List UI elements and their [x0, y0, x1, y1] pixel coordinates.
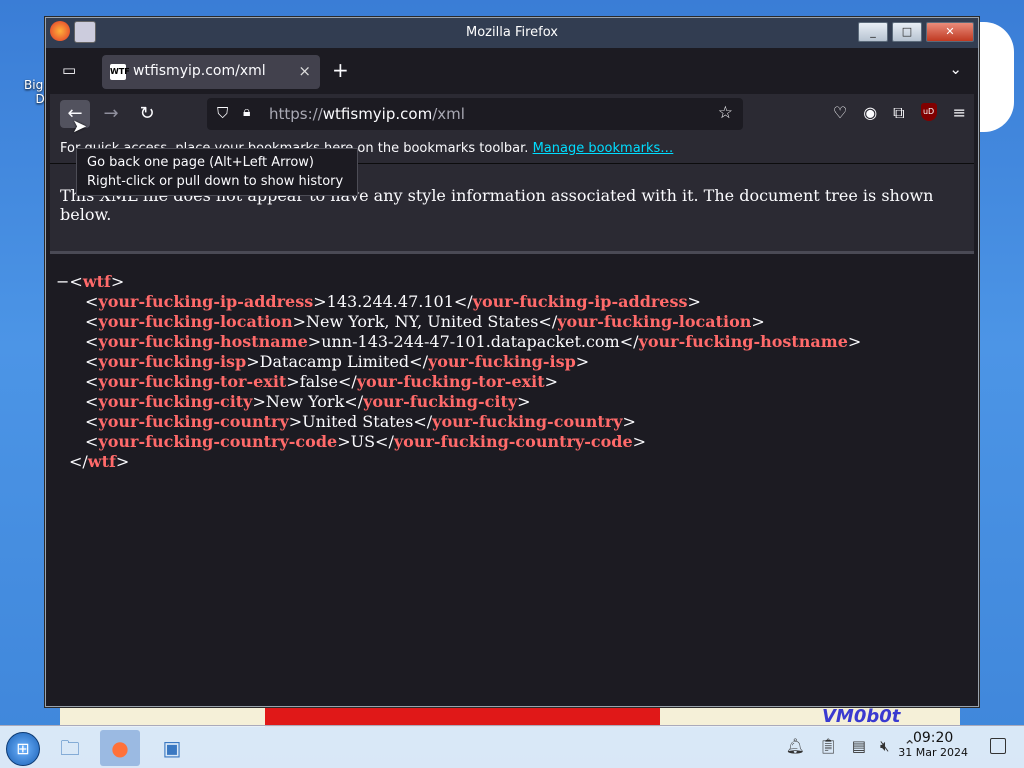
tab-favicon-icon: WTF — [110, 64, 130, 80]
window-menu-icon[interactable] — [74, 21, 96, 43]
xml-close-tag: your-fucking-tor-exit — [356, 372, 545, 391]
list-all-tabs-chevron-icon[interactable]: ⌄ — [949, 60, 962, 78]
volume-muted-icon[interactable]: 🔇︎ — [880, 737, 889, 755]
xml-root-close-tag: wtf — [87, 452, 116, 471]
xml-open-tag: your-fucking-tor-exit — [98, 372, 287, 391]
close-window-button[interactable]: ✕ — [926, 22, 974, 42]
xml-value: false — [299, 372, 338, 391]
xml-document-tree: −<wtf> <your-fucking-ip-address>143.244.4… — [50, 254, 974, 490]
clock-date: 31 Mar 2024 — [898, 746, 968, 759]
url-scheme: https:// — [269, 105, 323, 123]
xml-entry-line: <your-fucking-hostname>unn-143-244-47-10… — [85, 332, 862, 351]
xml-root-tag: wtf — [82, 272, 111, 291]
clock-time: 09:20 — [912, 730, 954, 746]
xml-value: Datacamp Limited — [259, 352, 410, 371]
xml-open-tag: your-fucking-isp — [98, 352, 247, 371]
xml-entry-line: <your-fucking-tor-exit>false</your-fucki… — [85, 372, 559, 391]
xml-close-tag: your-fucking-country — [432, 412, 623, 431]
firefox-view-icon[interactable]: ▭ — [62, 61, 76, 79]
xml-close-tag: your-fucking-city — [363, 392, 518, 411]
tab-active[interactable]: WTF wtfismyip.com/xml × — [102, 55, 320, 89]
pocket-icon[interactable]: ♡ — [833, 103, 847, 123]
xml-open-tag: your-fucking-city — [98, 392, 253, 411]
app-menu-icon[interactable]: ≡ — [953, 103, 966, 123]
tab-close-icon[interactable]: × — [298, 62, 311, 80]
xml-open-tag: your-fucking-country — [98, 412, 289, 431]
window-titlebar[interactable]: Mozilla Firefox _ □ ✕ — [46, 18, 978, 48]
xml-entry-line: <your-fucking-isp>Datacamp Limited</your… — [85, 352, 590, 371]
navigation-toolbar: ← → ↻ ⛉ 🔒︎ https://wtfismyip.com/xml ☆ ♡… — [50, 94, 974, 134]
xml-value: unn-143-244-47-101.datapacket.com — [321, 332, 620, 351]
xml-entry-line: <your-fucking-city>New York</your-fuckin… — [85, 392, 531, 411]
taskbar-system-settings-icon[interactable]: ▣ — [152, 730, 192, 766]
xml-entry-line: <your-fucking-country>United States</you… — [85, 412, 636, 431]
xml-close-tag: your-fucking-country-code — [393, 432, 633, 451]
xml-root-open-line: −<wtf> — [56, 272, 125, 291]
storage-icon[interactable]: ▤ — [852, 737, 866, 755]
taskbar-file-manager-icon[interactable]: 🗀 — [50, 730, 90, 766]
tooltip-line-2: Right-click or pull down to show history — [87, 174, 344, 189]
tracking-protection-shield-icon[interactable]: ⛉ — [217, 104, 228, 122]
taskbar: ⊞ 🗀 ● ▣ 🔔︎ 📋︎ ▤ 🔇︎ ⌃ 09:20 31 Mar 2024 — [0, 725, 1024, 768]
xml-close-tag: your-fucking-ip-address — [472, 292, 688, 311]
system-tray: 🔔︎ 📋︎ ▤ 🔇︎ ⌃ — [786, 737, 916, 755]
titlebar-app-icons — [50, 21, 96, 43]
xml-value: New York — [265, 392, 345, 411]
window-controls: _ □ ✕ — [858, 22, 974, 42]
xml-entry-line: <your-fucking-country-code>US</your-fuck… — [85, 432, 647, 451]
xml-open-tag: your-fucking-hostname — [98, 332, 308, 351]
taskbar-firefox-icon[interactable]: ● — [100, 730, 140, 766]
wallpaper-text: VM0b0t — [822, 706, 901, 727]
window-title: Mozilla Firefox — [466, 25, 558, 40]
xml-value: United States — [302, 412, 414, 431]
xml-close-tag: your-fucking-isp — [427, 352, 576, 371]
page-content: This XML file does not appear to have an… — [50, 164, 974, 703]
tab-strip: ▭ WTF wtfismyip.com/xml × + ⌄ — [50, 48, 974, 94]
show-desktop-button[interactable] — [990, 738, 1006, 754]
firefox-window: Mozilla Firefox _ □ ✕ ▭ WTF wtfismyip.co… — [45, 17, 979, 707]
xml-value: 143.244.47.101 — [326, 292, 454, 311]
xml-collapse-marker[interactable]: − — [56, 272, 69, 291]
back-button-tooltip: Go back one page (Alt+Left Arrow) Right-… — [76, 148, 358, 196]
taskbar-clock[interactable]: 09:20 31 Mar 2024 — [898, 730, 968, 759]
new-tab-button[interactable]: + — [332, 58, 349, 82]
wallpaper-red-band — [265, 705, 660, 727]
xml-value: New York, NY, United States — [306, 312, 539, 331]
xml-root-close-line: </wtf> — [69, 452, 130, 471]
xml-entry-line: <your-fucking-location>New York, NY, Uni… — [85, 312, 765, 331]
manage-bookmarks-link[interactable]: Manage bookmarks… — [533, 141, 674, 156]
site-lock-icon[interactable]: 🔒︎ — [243, 104, 250, 120]
firefox-app-icon[interactable] — [50, 21, 70, 41]
start-menu-button[interactable]: ⊞ — [6, 732, 40, 766]
reload-button[interactable]: ↻ — [132, 100, 162, 128]
clipboard-icon[interactable]: 📋︎ — [819, 737, 838, 755]
xml-entry-line: <your-fucking-ip-address>143.244.47.101<… — [85, 292, 701, 311]
maximize-button[interactable]: □ — [892, 22, 922, 42]
xml-open-tag: your-fucking-country-code — [98, 432, 338, 451]
ublock-origin-icon[interactable]: uD — [920, 103, 937, 121]
url-bar[interactable]: ⛉ 🔒︎ https://wtfismyip.com/xml ☆ — [207, 98, 743, 130]
tooltip-line-1: Go back one page (Alt+Left Arrow) — [87, 155, 314, 170]
xml-close-tag: your-fucking-hostname — [638, 332, 848, 351]
xml-open-tag: your-fucking-ip-address — [98, 292, 314, 311]
url-host: wtfismyip.com — [322, 105, 433, 123]
tab-title: wtfismyip.com/xml — [133, 63, 266, 79]
account-icon[interactable]: ◉ — [863, 103, 877, 123]
url-text[interactable]: https://wtfismyip.com/xml — [269, 105, 465, 123]
bookmark-star-icon[interactable]: ☆ — [718, 103, 733, 123]
forward-button[interactable]: → — [96, 100, 126, 128]
xml-open-tag: your-fucking-location — [98, 312, 293, 331]
extensions-icon[interactable]: ⧉ — [893, 103, 904, 123]
xml-value: US — [350, 432, 376, 451]
url-path: /xml — [432, 105, 465, 123]
mouse-cursor-icon: ➤ — [72, 116, 88, 137]
minimize-button[interactable]: _ — [858, 22, 888, 42]
xml-close-tag: your-fucking-location — [557, 312, 752, 331]
toolbar-icons: ♡ ◉ ⧉ uD ≡ — [833, 103, 966, 123]
notifications-bell-icon[interactable]: 🔔︎ — [786, 737, 805, 755]
